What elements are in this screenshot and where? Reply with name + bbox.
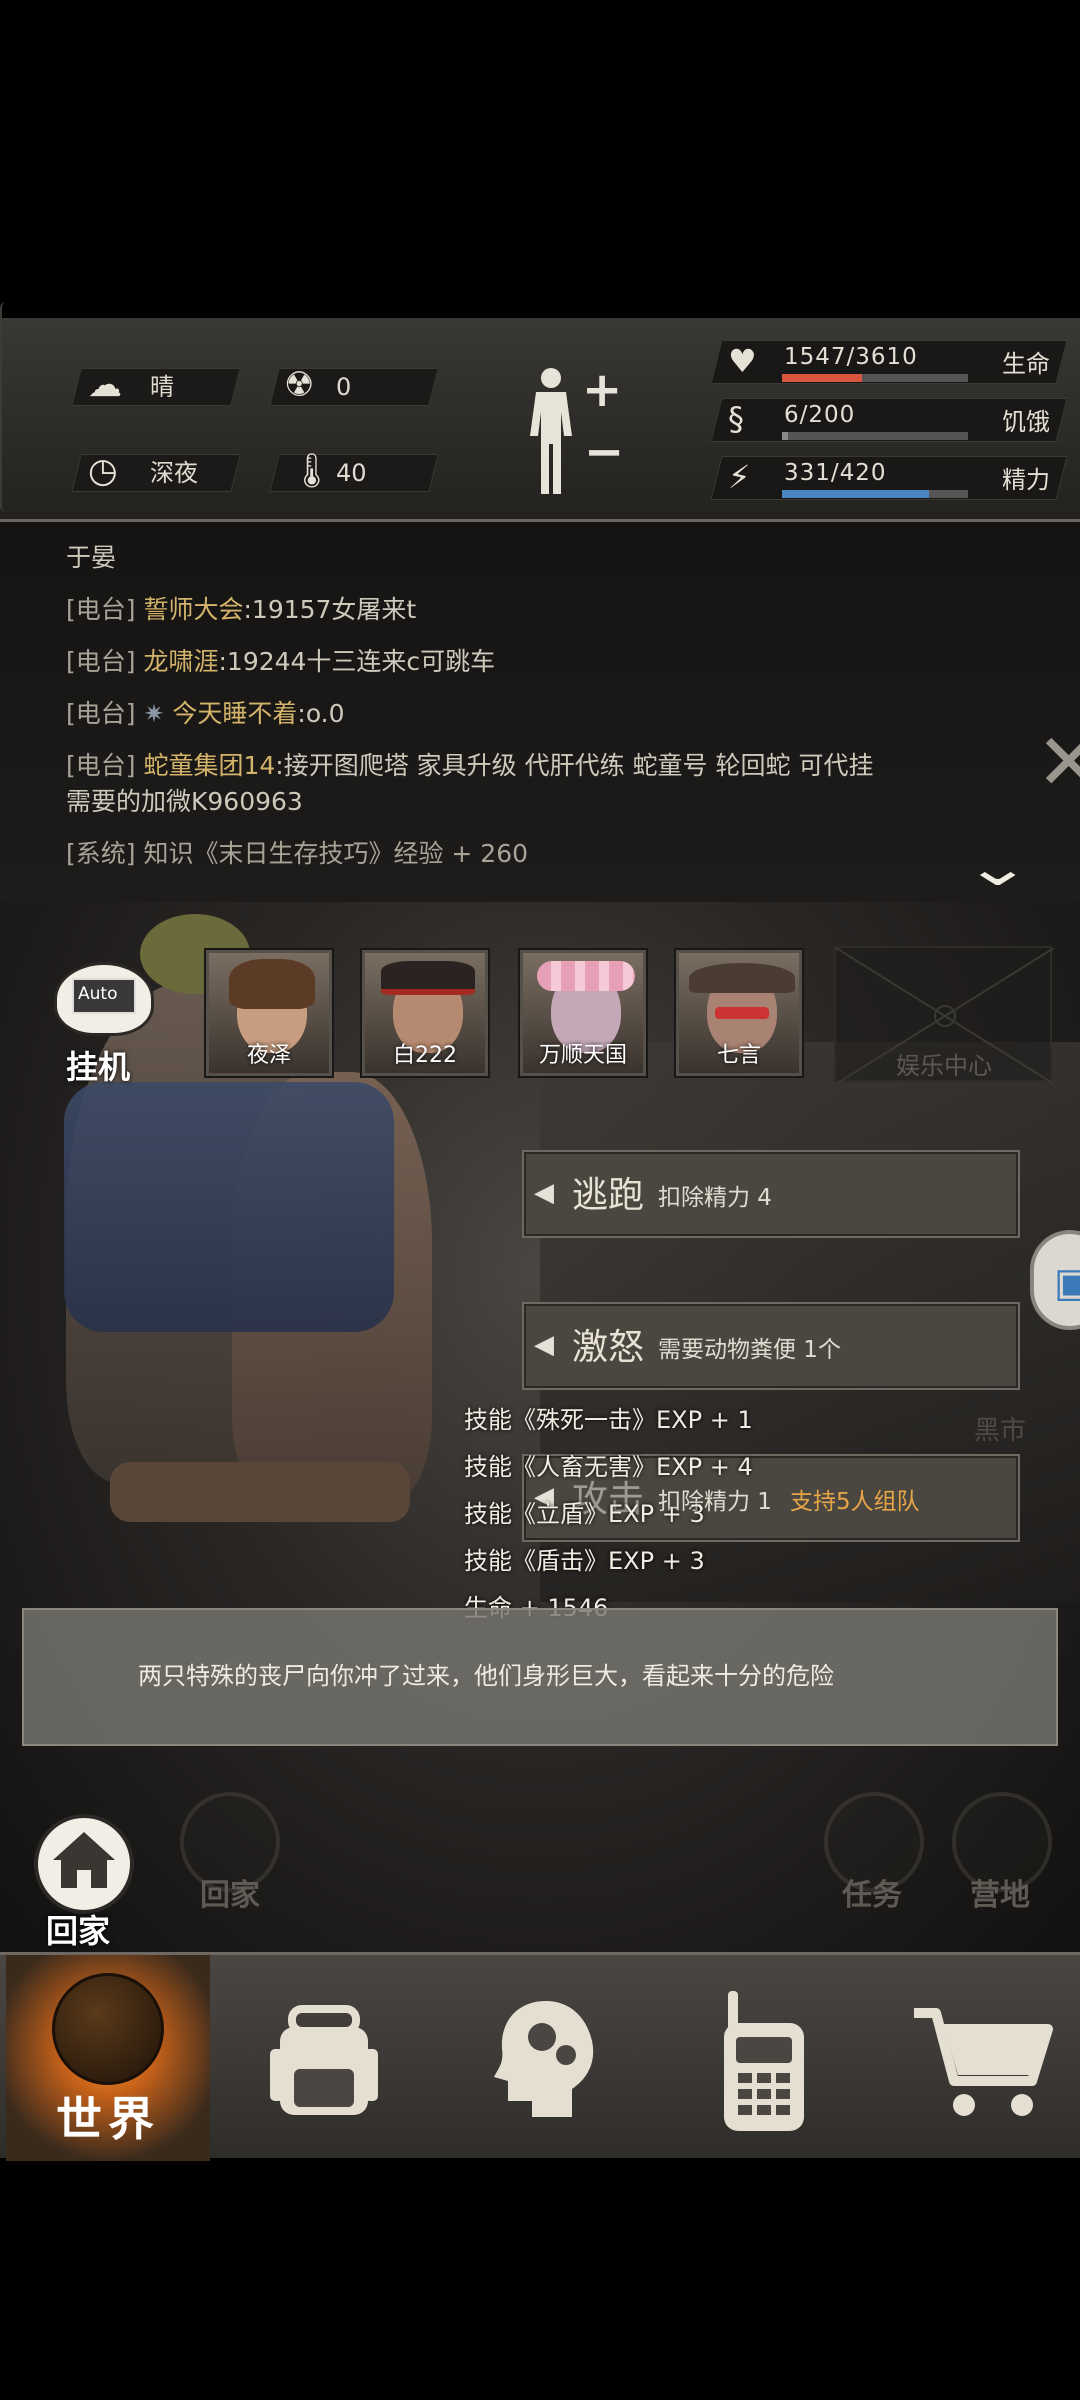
world-label: 世界 <box>56 2092 160 2146</box>
globe-icon <box>52 1973 164 2085</box>
exp-line: 技能《殊死一击》EXP + 1 <box>464 1406 753 1434</box>
thermometer-icon: 🌡 <box>290 451 334 491</box>
idle-label: 挂机 <box>66 1048 131 1086</box>
log-line: [电台] 龙啸涯:19244十三连来c可跳车 <box>66 647 496 676</box>
plus-icon[interactable]: + <box>582 362 622 418</box>
log-header: 于晏 <box>66 543 117 572</box>
entertainment-center[interactable]: 娱乐中心 <box>834 946 1054 1084</box>
story-box: 两只特殊的丧尸向你冲了过来，他们身形巨大，看起来十分的危险 <box>22 1608 1058 1746</box>
nav-shop[interactable] <box>878 1955 1068 2161</box>
hunger-bar: § 6/200 饥饿 <box>710 398 1068 444</box>
story-text: 两只特殊的丧尸向你冲了过来，他们身形巨大，看起来十分的危险 <box>138 1662 834 1690</box>
team-portrait[interactable]: 万顺天国 <box>520 950 646 1076</box>
caret-left-icon: ◀ <box>534 1330 554 1360</box>
energy-bar: ⚡ 331/420 精力 <box>710 456 1068 502</box>
edge-handle <box>0 302 12 512</box>
expand-log-icon[interactable]: ⌄ <box>963 838 1033 898</box>
battle-scene: Auto 挂机 夜泽 白222 万顺天国 七言 娱乐中心 ◀ 逃跑 扣除精力 4… <box>0 902 1080 1952</box>
nav-world[interactable]: 世界 <box>6 1955 210 2161</box>
message-log[interactable]: 于晏 [电台] 誓师大会:19157女屠来t [电台] 龙啸涯:19244十三连… <box>0 522 1080 902</box>
team-portrait[interactable]: 白222 <box>362 950 488 1076</box>
log-line-system: [系统] 知识《末日生存技巧》经验 + 260 <box>66 839 529 868</box>
brain-icon: ⚡ <box>728 458 751 496</box>
auto-label: Auto <box>78 984 118 1004</box>
exp-line: 技能《人畜无害》EXP + 4 <box>464 1453 753 1481</box>
log-line: [电台] 誓师大会:19157女屠来t <box>66 595 417 624</box>
body-icon[interactable] <box>524 366 578 496</box>
status-panel: ☁ 晴 ☢ 0 ◷ 深夜 🌡 40 + − ♥ 1547/3610 生命 § 6… <box>0 302 1080 522</box>
house-icon <box>53 1832 115 1888</box>
black-market-label[interactable]: 黑市 <box>974 1410 1026 1447</box>
home-button[interactable]: 回家 <box>30 1814 140 1950</box>
log-line: [电台] ✷ 今天睡不着:o.0 <box>66 699 345 728</box>
bottom-nav: 世界 <box>0 1952 1080 2161</box>
health-bar: ♥ 1547/3610 生命 <box>710 340 1068 386</box>
flee-button[interactable]: ◀ 逃跑 扣除精力 4 <box>522 1150 1020 1238</box>
team-portrait[interactable]: 七言 <box>676 950 802 1076</box>
shopping-cart-icon <box>914 2008 1053 2116</box>
auto-idle-button[interactable]: Auto 挂机 <box>50 958 156 1088</box>
heart-icon: ♥ <box>728 342 757 380</box>
rage-button[interactable]: ◀ 激怒 需要动物粪便 1个 <box>522 1302 1020 1390</box>
head-gears-icon <box>494 2001 594 2117</box>
home-label: 回家 <box>46 1912 111 1950</box>
team-portrait[interactable]: 夜泽 <box>206 950 332 1076</box>
caret-left-icon: ◀ <box>534 1178 554 1208</box>
weather-text: 晴 <box>150 373 174 401</box>
zombie-feet <box>110 1462 410 1522</box>
exp-line: 技能《盾击》EXP + 3 <box>464 1547 705 1575</box>
zombie-jacket <box>64 1082 394 1332</box>
walkie-talkie-icon <box>724 1991 804 2131</box>
cloud-sun-icon: ☁ <box>88 365 122 405</box>
exp-line: 技能《立盾》EXP + 3 <box>464 1500 705 1528</box>
nav-skills[interactable] <box>440 1955 630 2161</box>
backpack-icon <box>270 2005 378 2115</box>
temperature-text: 40 <box>336 459 367 487</box>
radiation-text: 0 <box>336 373 352 401</box>
radiation-icon: ☢ <box>284 365 315 405</box>
stomach-icon: § <box>728 400 744 438</box>
clock-icon: ◷ <box>88 451 118 491</box>
nav-radio[interactable] <box>668 1955 858 2161</box>
close-x-icon[interactable]: ✕ <box>1036 718 1080 808</box>
cube-icon: ▣ <box>1054 1260 1080 1306</box>
nav-backpack[interactable] <box>230 1955 420 2161</box>
time-text: 深夜 <box>150 459 198 487</box>
badge-icon: ✷ <box>143 699 165 728</box>
minus-icon[interactable]: − <box>584 424 624 480</box>
